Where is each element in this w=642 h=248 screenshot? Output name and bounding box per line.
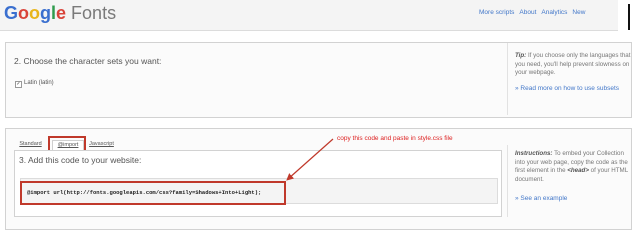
logo-letter: o (18, 3, 30, 23)
nav-more-scripts[interactable]: More scripts (479, 9, 514, 16)
tip-lead: Tip: (515, 52, 527, 59)
nav-new[interactable]: New (572, 9, 585, 16)
tab-standard[interactable]: Standard (18, 140, 43, 149)
instructions-lead: Instructions: (515, 150, 553, 157)
google-fonts-logo[interactable]: Google Fonts (4, 3, 116, 24)
import-code[interactable]: @import url(http://fonts.googleapis.com/… (27, 189, 261, 196)
logo-letter: o (29, 3, 41, 23)
latin-checkbox-label[interactable]: Latin (latin) (24, 80, 54, 86)
text-cursor (628, 4, 630, 30)
top-nav: More scripts About Analytics New (479, 9, 590, 16)
section-divider (507, 43, 508, 115)
tab-javascript[interactable]: Javascript (86, 140, 117, 149)
charset-section-title: 2. Choose the character sets you want: (14, 56, 162, 66)
read-more-subsets-link[interactable]: » Read more on how to use subsets (515, 85, 619, 92)
logo-fonts-word: Fonts (71, 3, 117, 23)
nav-about[interactable]: About (519, 9, 536, 16)
instructions-text: Instructions: To embed your Collection i… (515, 150, 631, 184)
tip-body: If you choose only the languages that yo… (515, 52, 631, 76)
logo-letter: G (4, 3, 19, 23)
logo-letter: e (56, 3, 67, 23)
section-divider (507, 145, 508, 217)
latin-checkbox[interactable]: ✓ (15, 81, 22, 88)
tip-text: Tip: If you choose only the languages th… (515, 52, 631, 78)
see-example-link[interactable]: » See an example (515, 195, 567, 202)
nav-analytics[interactable]: Analytics (541, 9, 567, 16)
embed-section-title: 3. Add this code to your website: (19, 155, 142, 165)
annotation-text: copy this code and paste in style.css fi… (337, 135, 453, 142)
logo-letter: g (40, 3, 52, 23)
instructions-head-tag: <head> (567, 167, 589, 174)
